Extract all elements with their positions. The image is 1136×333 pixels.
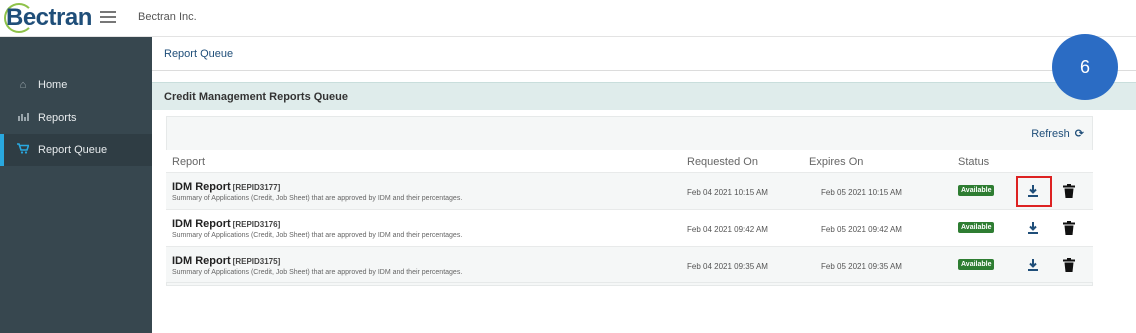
sidebar-item-label: Report Queue: [38, 144, 108, 156]
status-badge: Available: [958, 222, 995, 233]
table-row[interactable]: IDM Report [REPID3176] Summary of Applica…: [166, 209, 1093, 246]
column-header-status: Status: [958, 156, 990, 168]
bar-chart-icon: [16, 112, 30, 124]
breadcrumb: Report Queue: [152, 37, 1136, 71]
refresh-icon: ⟳: [1074, 128, 1084, 140]
download-icon[interactable]: [1026, 258, 1040, 272]
report-title: IDM Report [REPID3176]: [172, 218, 281, 230]
download-icon[interactable]: [1026, 184, 1040, 198]
report-description: Summary of Applications (Credit, Job She…: [172, 195, 463, 202]
column-header-report: Report: [172, 156, 206, 168]
company-name: Bectran Inc.: [138, 11, 197, 23]
report-title: IDM Report [REPID3175]: [172, 255, 281, 267]
report-id: [REPID3177]: [232, 183, 281, 192]
sidebar-item-report-queue[interactable]: Report Queue: [0, 134, 152, 166]
table-row[interactable]: IDM Report [REPID3175] Summary of Applica…: [166, 246, 1093, 283]
sidebar-item-home[interactable]: ⌂ Home: [0, 69, 152, 101]
sidebar: ⌂ Home Reports Report Queue: [0, 37, 152, 333]
status-badge: Available: [958, 185, 995, 196]
trash-icon[interactable]: [1063, 221, 1075, 235]
table-row[interactable]: IDM Report [REPID3177] Summary of Applica…: [166, 172, 1093, 209]
trash-icon[interactable]: [1063, 258, 1075, 272]
requested-on: Feb 04 2021 09:35 AM: [687, 262, 768, 271]
panel-title: Credit Management Reports Queue: [164, 91, 348, 103]
hamburger-menu-icon[interactable]: [100, 11, 116, 24]
top-header: Bectran Bectran Inc.: [0, 0, 1136, 37]
refresh-button[interactable]: Refresh ⟳: [1031, 127, 1084, 140]
table-header: Report Requested On Expires On Status: [166, 150, 1093, 172]
status-badge: Available: [958, 259, 995, 270]
expires-on: Feb 05 2021 09:42 AM: [821, 225, 902, 234]
cart-icon: [16, 143, 30, 157]
report-id: [REPID3175]: [232, 257, 281, 266]
bectran-logo[interactable]: Bectran: [4, 3, 92, 33]
expires-on: Feb 05 2021 10:15 AM: [821, 188, 902, 197]
home-icon: ⌂: [19, 79, 27, 91]
report-description: Summary of Applications (Credit, Job She…: [172, 269, 463, 276]
report-title: IDM Report [REPID3177]: [172, 181, 281, 193]
trash-icon[interactable]: [1063, 184, 1075, 198]
sidebar-item-label: Home: [38, 79, 68, 91]
column-header-expires-on: Expires On: [809, 156, 864, 168]
download-icon[interactable]: [1026, 221, 1040, 235]
column-header-requested-on: Requested On: [687, 156, 758, 168]
sidebar-item-reports[interactable]: Reports: [0, 102, 152, 134]
panel-header: Credit Management Reports Queue: [152, 82, 1136, 110]
requested-on: Feb 04 2021 10:15 AM: [687, 188, 768, 197]
requested-on: Feb 04 2021 09:42 AM: [687, 225, 768, 234]
breadcrumb-current[interactable]: Report Queue: [164, 48, 233, 60]
report-id: [REPID3176]: [232, 220, 281, 229]
expires-on: Feb 05 2021 09:35 AM: [821, 262, 902, 271]
sidebar-item-label: Reports: [38, 112, 77, 124]
refresh-label: Refresh: [1031, 128, 1070, 140]
report-description: Summary of Applications (Credit, Job She…: [172, 232, 463, 239]
logo-text: Bectran: [6, 4, 92, 31]
step-marker: 6: [1052, 34, 1118, 100]
